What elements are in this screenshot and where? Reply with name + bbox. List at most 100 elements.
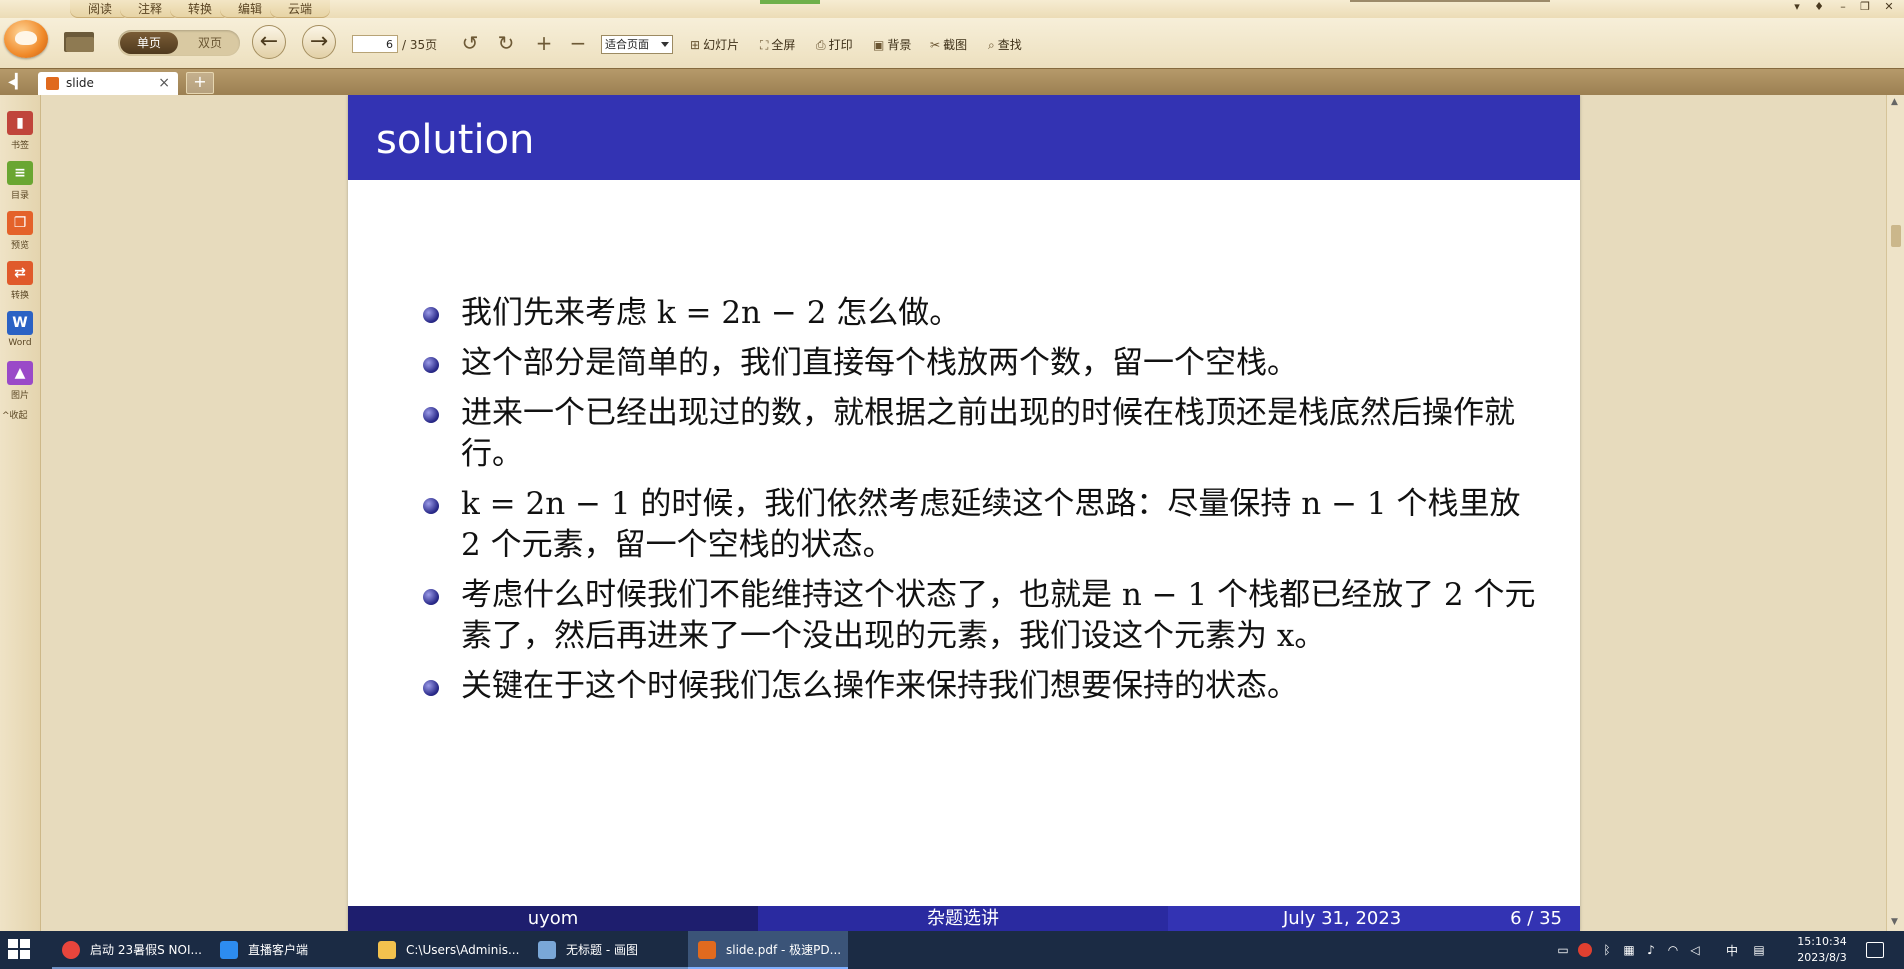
- notification-icon[interactable]: [1866, 942, 1884, 958]
- footer-author: uyom: [348, 906, 758, 931]
- slideshow-button[interactable]: ⊞ 幻灯片: [690, 36, 739, 53]
- record-icon[interactable]: [1578, 943, 1592, 957]
- taskbar-item-live-client[interactable]: 直播客户端: [210, 931, 370, 969]
- zoom-value: 适合页面: [605, 38, 649, 51]
- document-tab-label: slide: [66, 76, 94, 90]
- bullet-text: k = 2n − 1 的时候，我们依然考虑延续这个思路：尽量保持 n − 1 个…: [461, 486, 1521, 563]
- battery-icon[interactable]: ▭: [1556, 943, 1570, 957]
- slide-title: solution: [376, 117, 535, 163]
- document-tab[interactable]: slide ×: [38, 72, 178, 95]
- bullet-text: 这个部分是简单的，我们直接每个栈放两个数，留一个空栈。: [461, 345, 1298, 381]
- bullet-icon: [423, 357, 439, 373]
- scroll-down-icon[interactable]: ▼: [1891, 917, 1898, 927]
- zoom-in-icon[interactable]: +: [532, 32, 556, 54]
- list-item: 我们先来考虑 k = 2n − 2 怎么做。: [423, 293, 1543, 334]
- clock-date: 2023/8/3: [1797, 951, 1847, 964]
- bullet-text: 进来一个已经出现过的数，就根据之前出现的时候在栈顶还是栈底然后操作就行。: [461, 395, 1515, 472]
- sidebar-item-word[interactable]: W Word: [0, 305, 40, 351]
- taskbar-item-explorer[interactable]: C:\Users\Adminis...: [368, 931, 528, 969]
- volume-icon[interactable]: ◁: [1688, 943, 1702, 957]
- prev-page-icon[interactable]: ←: [252, 25, 286, 59]
- bullet-text: 考虑什么时候我们不能维持这个状态了，也就是 n − 1 个栈都已经放了 2 个元…: [461, 577, 1536, 654]
- next-page-icon[interactable]: →: [302, 25, 336, 59]
- ime-indicator[interactable]: 中: [1726, 942, 1738, 959]
- vertical-scrollbar[interactable]: ▲ ▼: [1886, 95, 1904, 931]
- top-decoration-line: [1350, 0, 1550, 2]
- cloud-icon: [220, 941, 238, 959]
- fullscreen-button[interactable]: ⛶ 全屏: [760, 36, 795, 53]
- sidebar-item-bookmarks[interactable]: ▮ 书签: [0, 105, 40, 151]
- bullet-icon: [423, 407, 439, 423]
- folder-icon: [378, 941, 396, 959]
- zoom-out-icon[interactable]: −: [566, 32, 590, 54]
- network-icon[interactable]: ▦: [1622, 943, 1636, 957]
- taskbar-item-chrome[interactable]: 启动 23暑假S NOI...: [52, 931, 212, 969]
- convert-icon: ⇄: [7, 261, 33, 285]
- sidebar-item-image[interactable]: ▲ 图片: [0, 355, 40, 401]
- sidebar-item-convert[interactable]: ⇄ 转换: [0, 255, 40, 301]
- footer-page-number: 6 / 35: [1510, 908, 1562, 929]
- paint-icon: [538, 941, 556, 959]
- bullet-icon: [423, 680, 439, 696]
- background-button[interactable]: ▣ 背景: [873, 36, 911, 53]
- new-tab-button[interactable]: +: [186, 72, 214, 94]
- microphone-icon[interactable]: ♪: [1644, 943, 1658, 957]
- minimize-icon[interactable]: –: [1834, 0, 1852, 14]
- open-folder-icon[interactable]: [62, 28, 96, 54]
- list-item: 关键在于这个时候我们怎么操作来保持我们想要保持的状态。: [423, 666, 1543, 707]
- sidebar-collapse-button[interactable]: ^收起: [2, 408, 28, 421]
- screenshot-button[interactable]: ✂ 截图: [930, 36, 967, 53]
- sidebar-item-toc[interactable]: ≡ 目录: [0, 155, 40, 201]
- bullet-text: 关键在于这个时候我们怎么操作来保持我们想要保持的状态。: [461, 668, 1298, 704]
- dropdown-icon[interactable]: ▾: [1788, 0, 1806, 14]
- tab-close-icon[interactable]: ×: [158, 75, 170, 91]
- menu-tab-cloud[interactable]: 云端: [270, 0, 330, 18]
- document-view[interactable]: solution 我们先来考虑 k = 2n − 2 怎么做。 这个部分是简单的…: [41, 95, 1886, 931]
- find-button[interactable]: ⌕ 查找: [988, 36, 1022, 53]
- toc-icon: ≡: [7, 161, 33, 185]
- scroll-up-icon[interactable]: ▲: [1891, 97, 1898, 107]
- list-item: 进来一个已经出现过的数，就根据之前出现的时候在栈顶还是栈底然后操作就行。: [423, 393, 1543, 475]
- rotate-left-icon[interactable]: ↺: [458, 32, 482, 54]
- chevron-down-icon: [661, 42, 669, 47]
- pdf-icon: [46, 77, 59, 90]
- footer-date: July 31, 2023: [1283, 908, 1402, 929]
- zoom-select[interactable]: 适合页面: [601, 35, 673, 54]
- page-number-input[interactable]: [352, 35, 398, 53]
- wifi-icon[interactable]: ◠: [1666, 943, 1680, 957]
- clock[interactable]: 15:10:34 2023/8/3: [1784, 934, 1860, 966]
- bullet-icon: [423, 307, 439, 323]
- bluetooth-icon[interactable]: ᛒ: [1600, 943, 1614, 957]
- clock-time: 15:10:34: [1797, 935, 1847, 948]
- taskbar-item-pdf-reader[interactable]: slide.pdf - 极速PD...: [688, 931, 848, 969]
- restore-icon[interactable]: ❐: [1856, 0, 1874, 14]
- scroll-thumb[interactable]: [1891, 225, 1901, 247]
- page-total: / 35页: [402, 38, 438, 52]
- app-logo-icon[interactable]: [4, 20, 48, 58]
- bullet-list: 我们先来考虑 k = 2n − 2 怎么做。 这个部分是简单的，我们直接每个栈放…: [423, 293, 1543, 716]
- preview-icon: ❐: [7, 211, 33, 235]
- print-button[interactable]: ⎙ 打印: [816, 36, 853, 53]
- single-page-button[interactable]: 单页: [120, 32, 178, 54]
- windows-start-icon[interactable]: [8, 939, 32, 961]
- footer-title: 杂题选讲: [758, 906, 1168, 931]
- fullscreen-icon: ⛶: [760, 38, 769, 52]
- taskbar: 启动 23暑假S NOI... 直播客户端 C:\Users\Adminis..…: [0, 931, 1904, 969]
- sidebar-toggle-icon[interactable]: ◂▎: [6, 73, 28, 91]
- bullet-icon: [423, 498, 439, 514]
- left-sidebar: ▮ 书签 ≡ 目录 ❐ 预览 ⇄ 转换 W Word ▲ 图片 ^收起: [0, 95, 41, 931]
- taskbar-item-paint[interactable]: 无标题 - 画图: [528, 931, 688, 969]
- chrome-icon: [62, 941, 80, 959]
- background-icon: ▣: [873, 38, 885, 52]
- sidebar-item-preview[interactable]: ❐ 预览: [0, 205, 40, 251]
- image-icon: ▲: [7, 361, 33, 385]
- scissors-icon: ✂: [930, 38, 941, 52]
- slideshow-icon: ⊞: [690, 38, 701, 52]
- keyboard-icon[interactable]: ▤: [1752, 943, 1766, 957]
- double-page-button[interactable]: 双页: [182, 32, 238, 54]
- search-icon: ⌕: [988, 38, 995, 52]
- skin-icon[interactable]: ♦: [1810, 0, 1828, 14]
- close-icon[interactable]: ✕: [1880, 0, 1898, 14]
- list-item: k = 2n − 1 的时候，我们依然考虑延续这个思路：尽量保持 n − 1 个…: [423, 484, 1543, 566]
- rotate-right-icon[interactable]: ↻: [494, 32, 518, 54]
